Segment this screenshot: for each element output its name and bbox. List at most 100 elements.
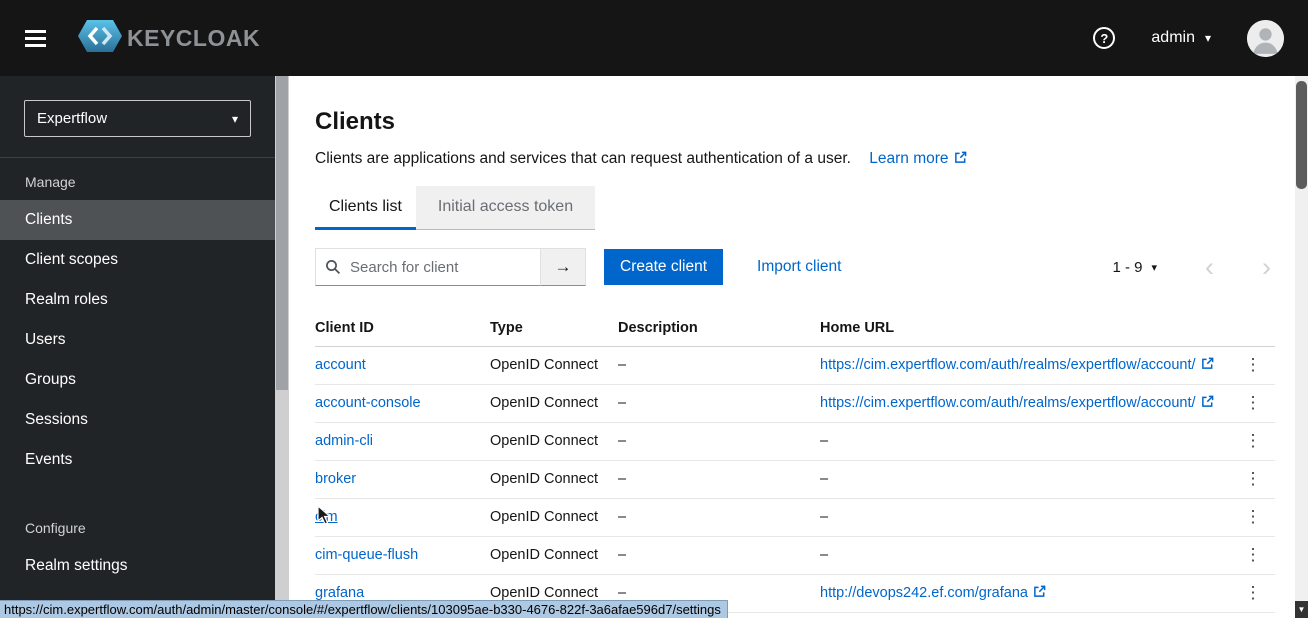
table-row: account-console OpenID Connect – https:/… bbox=[315, 384, 1275, 422]
external-link-icon bbox=[954, 149, 967, 170]
client-type: OpenID Connect bbox=[490, 471, 599, 487]
tab-initial-access-token[interactable]: Initial access token bbox=[415, 186, 596, 230]
client-type: OpenID Connect bbox=[490, 585, 599, 601]
client-description: – bbox=[618, 547, 627, 563]
status-bar-url: https://cim.expertflow.com/auth/admin/ma… bbox=[0, 600, 728, 618]
sidebar-item-realm-roles[interactable]: Realm roles bbox=[0, 280, 275, 320]
client-type: OpenID Connect bbox=[490, 395, 599, 411]
client-id-link[interactable]: admin-cli bbox=[315, 433, 373, 449]
import-client-link[interactable]: Import client bbox=[757, 258, 841, 276]
pagination-range-label: 1 - 9 bbox=[1112, 258, 1143, 276]
caret-down-icon: ▾ bbox=[1151, 261, 1157, 274]
home-url-empty: – bbox=[820, 509, 829, 525]
subtitle-text: Clients are applications and services th… bbox=[315, 150, 851, 167]
col-header-description: Description bbox=[618, 310, 820, 347]
sidebar-item-client-scopes[interactable]: Client scopes bbox=[0, 240, 275, 280]
row-actions-kebab-icon[interactable]: ⋮ bbox=[1231, 393, 1275, 413]
client-id-link[interactable]: grafana bbox=[315, 585, 364, 601]
client-description: – bbox=[618, 357, 627, 373]
sidebar-item-sessions[interactable]: Sessions bbox=[0, 400, 275, 440]
home-url-empty: – bbox=[820, 547, 829, 563]
search-icon bbox=[325, 259, 341, 280]
external-link-icon bbox=[1033, 585, 1046, 602]
row-actions-kebab-icon[interactable]: ⋮ bbox=[1231, 583, 1275, 603]
pagination: 1 - 9 ▾ ‹ › bbox=[1112, 254, 1271, 281]
client-description: – bbox=[618, 471, 627, 487]
client-type: OpenID Connect bbox=[490, 357, 599, 373]
home-url-empty: – bbox=[820, 433, 829, 449]
caret-down-icon: ▾ bbox=[1204, 31, 1211, 45]
table-row: cim OpenID Connect – – ⋮ bbox=[315, 498, 1275, 536]
caret-down-icon: ▾ bbox=[231, 111, 238, 126]
arrow-right-icon: → bbox=[554, 257, 572, 276]
table-row: cim-queue-flush OpenID Connect – – ⋮ bbox=[315, 536, 1275, 574]
search-input[interactable] bbox=[315, 248, 541, 286]
keycloak-logo: KEYCLOAK bbox=[77, 19, 260, 58]
client-description: – bbox=[618, 395, 627, 411]
pagination-range-dropdown[interactable]: 1 - 9 ▾ bbox=[1112, 259, 1157, 276]
client-description: – bbox=[618, 585, 627, 601]
hamburger-menu-icon[interactable] bbox=[25, 26, 49, 51]
user-menu-label: admin bbox=[1151, 29, 1195, 46]
learn-more-link[interactable]: Learn more bbox=[869, 150, 966, 167]
col-header-home-url: Home URL bbox=[820, 310, 1231, 347]
home-url-link[interactable]: https://cim.expertflow.com/auth/realms/e… bbox=[820, 357, 1196, 373]
sidebar-item-realm-settings[interactable]: Realm settings bbox=[0, 546, 275, 586]
table-header-row: Client ID Type Description Home URL bbox=[315, 310, 1275, 347]
page-scrollbar[interactable]: ▼ bbox=[1295, 76, 1308, 618]
client-id-link[interactable]: cim-queue-flush bbox=[315, 547, 418, 563]
keycloak-logo-icon bbox=[77, 19, 123, 58]
row-actions-kebab-icon[interactable]: ⋮ bbox=[1231, 355, 1275, 375]
client-id-link[interactable]: cim bbox=[315, 509, 338, 525]
client-type: OpenID Connect bbox=[490, 509, 599, 525]
user-menu[interactable]: admin ▾ bbox=[1151, 29, 1211, 47]
sidebar-item-events[interactable]: Events bbox=[0, 440, 275, 480]
client-id-link[interactable]: account-console bbox=[315, 395, 421, 411]
table-row: account OpenID Connect – https://cim.exp… bbox=[315, 346, 1275, 384]
home-url-link[interactable]: http://devops242.ef.com/grafana bbox=[820, 585, 1028, 601]
realm-selector[interactable]: Expertflow ▾ bbox=[24, 100, 251, 137]
clients-table: Client ID Type Description Home URL acco… bbox=[315, 310, 1275, 613]
col-header-client-id: Client ID bbox=[315, 310, 490, 347]
table-row: broker OpenID Connect – – ⋮ bbox=[315, 460, 1275, 498]
client-type: OpenID Connect bbox=[490, 547, 599, 563]
sidebar-item-users[interactable]: Users bbox=[0, 320, 275, 360]
client-id-link[interactable]: account bbox=[315, 357, 366, 373]
create-client-button[interactable]: Create client bbox=[604, 249, 724, 285]
tab-clients-list[interactable]: Clients list bbox=[315, 186, 416, 230]
pagination-prev-button[interactable]: ‹ bbox=[1205, 254, 1214, 281]
page-subtitle: Clients are applications and services th… bbox=[315, 148, 1275, 170]
realm-selector-label: Expertflow bbox=[37, 110, 108, 127]
nav-section-configure: Configure bbox=[25, 520, 86, 536]
main-content: Clients Clients are applications and ser… bbox=[289, 76, 1295, 618]
row-actions-kebab-icon[interactable]: ⋮ bbox=[1231, 431, 1275, 451]
toolbar: → Create client Import client 1 - 9 ▾ ‹ … bbox=[315, 248, 1275, 286]
sidebar-scrollbar[interactable] bbox=[275, 76, 289, 618]
home-url-link[interactable]: https://cim.expertflow.com/auth/realms/e… bbox=[820, 395, 1196, 411]
row-actions-kebab-icon[interactable]: ⋮ bbox=[1231, 469, 1275, 489]
sidebar: Expertflow ▾ Manage Clients Client scope… bbox=[0, 76, 275, 618]
row-actions-kebab-icon[interactable]: ⋮ bbox=[1231, 507, 1275, 527]
nav-section-manage: Manage bbox=[25, 174, 76, 190]
external-link-icon bbox=[1201, 395, 1214, 412]
avatar[interactable] bbox=[1247, 19, 1284, 57]
tabs: Clients list Initial access token bbox=[315, 186, 1275, 230]
client-description: – bbox=[618, 509, 627, 525]
sidebar-item-clients[interactable]: Clients bbox=[0, 200, 275, 240]
home-url-empty: – bbox=[820, 471, 829, 487]
pagination-next-button[interactable]: › bbox=[1262, 254, 1271, 281]
scrollbar-down-arrow-icon[interactable]: ▼ bbox=[1295, 601, 1308, 618]
page-title: Clients bbox=[315, 108, 396, 135]
table-row: admin-cli OpenID Connect – – ⋮ bbox=[315, 422, 1275, 460]
help-icon[interactable]: ? bbox=[1093, 27, 1116, 49]
sidebar-scrollbar-thumb[interactable] bbox=[276, 76, 288, 391]
brand-text: KEYCLOAK bbox=[127, 24, 261, 51]
external-link-icon bbox=[1201, 357, 1214, 374]
client-type: OpenID Connect bbox=[490, 433, 599, 449]
client-id-link[interactable]: broker bbox=[315, 471, 356, 487]
page-scrollbar-thumb[interactable] bbox=[1296, 81, 1307, 189]
sidebar-item-groups[interactable]: Groups bbox=[0, 360, 275, 400]
row-actions-kebab-icon[interactable]: ⋮ bbox=[1231, 545, 1275, 565]
search-submit-button[interactable]: → bbox=[540, 248, 586, 286]
learn-more-label: Learn more bbox=[869, 150, 949, 167]
